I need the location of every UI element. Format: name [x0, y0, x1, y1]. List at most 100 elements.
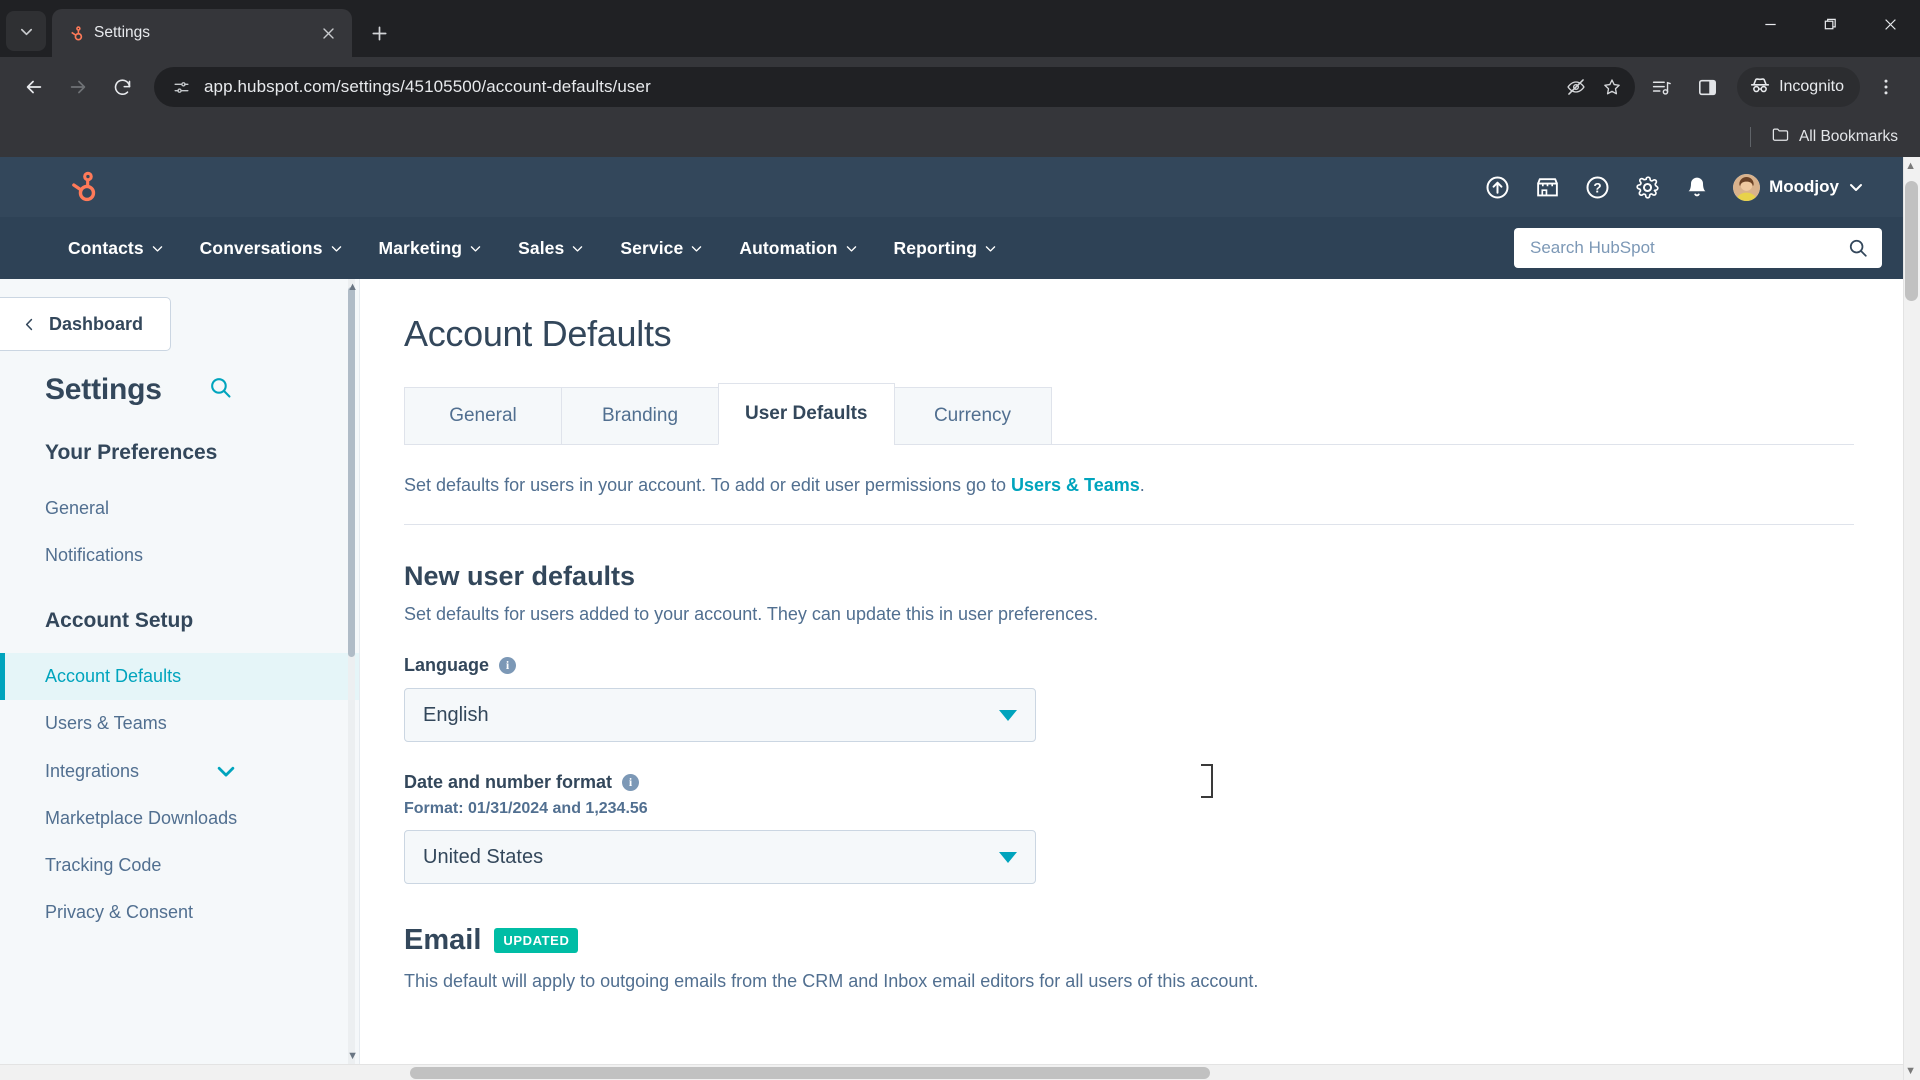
tab-search-button[interactable] — [6, 11, 46, 51]
close-icon[interactable] — [316, 21, 340, 45]
settings-gear-icon[interactable] — [1633, 173, 1661, 201]
nav-label: Sales — [518, 237, 565, 258]
chevron-down-icon — [152, 245, 162, 252]
nav-item-marketing[interactable]: Marketing — [361, 230, 501, 267]
maximize-button[interactable] — [1800, 0, 1860, 48]
all-bookmarks-label: All Bookmarks — [1798, 128, 1898, 145]
users-teams-link[interactable]: Users & Teams — [1011, 475, 1140, 495]
nav-item-service[interactable]: Service — [602, 230, 721, 267]
page-scrollbar-thumb[interactable] — [1905, 181, 1918, 301]
sidebar-item-general[interactable]: General — [0, 485, 359, 532]
reload-button[interactable] — [102, 67, 142, 107]
new-tab-button[interactable] — [360, 14, 398, 52]
email-section-header: Email UPDATED — [404, 924, 1920, 957]
star-icon[interactable] — [1597, 72, 1627, 102]
hubspot-search[interactable] — [1514, 228, 1882, 268]
page-title: Account Defaults — [404, 313, 672, 354]
window-controls — [1740, 0, 1920, 48]
sidebar-item-account-defaults[interactable]: Account Defaults — [0, 653, 359, 700]
close-window-button[interactable] — [1860, 0, 1920, 48]
dashboard-back-button[interactable]: Dashboard — [0, 297, 171, 351]
back-button[interactable] — [14, 67, 54, 107]
settings-body: Dashboard Settings Your Preferences Gene… — [0, 157, 1920, 1080]
settings-main: Account Defaults General Branding User D… — [360, 279, 1920, 1064]
email-section-subtitle: This default will apply to outgoing emai… — [404, 971, 1259, 991]
email-section-title: Email — [404, 924, 482, 956]
scroll-down-arrow-icon[interactable]: ▼ — [347, 1050, 358, 1062]
section-subtitle: Set defaults for users added to your acc… — [404, 604, 1099, 624]
tab-currency[interactable]: Currency — [893, 387, 1052, 445]
nav-item-reporting[interactable]: Reporting — [876, 230, 1016, 267]
reload-icon — [114, 78, 130, 95]
label-text: Language — [404, 655, 490, 675]
sidebar-item-notifications[interactable]: Notifications — [0, 532, 359, 579]
playlist-icon — [1652, 80, 1671, 95]
tab-general[interactable]: General — [404, 387, 562, 445]
scroll-up-arrow-icon[interactable]: ▲ — [347, 281, 358, 293]
upgrade-icon[interactable] — [1483, 173, 1511, 201]
user-menu[interactable]: Moodjoy — [1733, 173, 1864, 201]
horizontal-scrollbar-thumb[interactable] — [410, 1066, 1210, 1079]
page-info-icon[interactable] — [170, 76, 192, 98]
bookmarks-bar: All Bookmarks — [0, 117, 1920, 157]
help-icon[interactable]: ? — [1583, 173, 1611, 201]
chrome-menu-button[interactable] — [1866, 67, 1906, 107]
sidebar-item-marketplace-downloads[interactable]: Marketplace Downloads — [0, 795, 359, 842]
info-icon[interactable]: i — [622, 774, 640, 791]
tab-branding[interactable]: Branding — [561, 387, 719, 445]
divider — [404, 524, 1854, 525]
field-date-number-format: Date and number format i Format: 01/31/2… — [404, 772, 1920, 884]
notifications-bell-icon[interactable] — [1683, 173, 1711, 201]
date-format-select[interactable]: United States — [404, 830, 1036, 884]
folder-icon — [1771, 125, 1790, 149]
tab-label: Currency — [933, 405, 1012, 426]
eye-crossed-icon[interactable] — [1561, 72, 1591, 102]
browser-tab[interactable]: Settings — [52, 9, 352, 57]
forward-button[interactable] — [58, 67, 98, 107]
sidebar-item-tracking-code[interactable]: Tracking Code — [0, 842, 359, 889]
sidebar-title: Settings — [45, 373, 162, 406]
nav-item-sales[interactable]: Sales — [500, 230, 602, 267]
caret-down-icon — [999, 851, 1017, 863]
info-icon[interactable]: i — [499, 657, 517, 674]
sidebar-item-users-teams[interactable]: Users & Teams — [0, 700, 359, 747]
search-icon[interactable] — [208, 375, 233, 405]
chevron-down-icon[interactable] — [215, 760, 237, 782]
chevron-down-icon — [846, 245, 856, 252]
sidebar-item-privacy-consent[interactable]: Privacy & Consent — [0, 889, 359, 936]
avatar — [1733, 173, 1761, 201]
nav-item-conversations[interactable]: Conversations — [182, 230, 361, 267]
reading-list-button[interactable] — [1641, 67, 1681, 107]
sidebar-group-your-preferences: Your Preferences — [45, 441, 218, 464]
divider — [1749, 127, 1751, 147]
tab-user-defaults[interactable]: User Defaults — [718, 383, 895, 445]
hubspot-sprocket-logo[interactable] — [60, 165, 104, 209]
nav-item-contacts[interactable]: Contacts — [50, 230, 182, 267]
hubspot-sprocket-icon — [64, 23, 84, 43]
field-label: Language i — [404, 655, 1920, 676]
lead-text: Set defaults for users in your account. … — [404, 445, 1920, 496]
hubspot-top-bar: ? Moodjoy — [0, 157, 1920, 217]
all-bookmarks-button[interactable]: All Bookmarks — [1765, 121, 1904, 153]
sidebar-item-label: Account Defaults — [45, 666, 182, 686]
page-scrollbar-track[interactable]: ▲ ▼ — [1903, 157, 1920, 1080]
search-input[interactable] — [1530, 238, 1847, 258]
address-bar[interactable]: app.hubspot.com/settings/45105500/accoun… — [154, 67, 1636, 107]
marketplace-icon[interactable] — [1533, 173, 1561, 201]
nav-item-automation[interactable]: Automation — [721, 230, 875, 267]
incognito-indicator[interactable]: Incognito — [1737, 67, 1860, 107]
sidebar-item-integrations[interactable]: Integrations — [0, 747, 359, 795]
sidebar-scrollbar-thumb[interactable] — [348, 287, 355, 657]
svg-text:?: ? — [1593, 180, 1601, 195]
language-select[interactable]: English — [404, 688, 1036, 742]
horizontal-scrollbar-track[interactable] — [0, 1064, 1920, 1080]
forward-arrow-icon — [70, 80, 86, 94]
nav-label: Contacts — [68, 237, 144, 258]
select-value: English — [423, 703, 489, 726]
minimize-button[interactable] — [1740, 0, 1800, 48]
nav-items: Contacts Conversations Marketing Sales S… — [50, 230, 1015, 267]
search-icon[interactable] — [1847, 237, 1869, 259]
side-panel-icon — [1698, 79, 1716, 95]
side-panel-button[interactable] — [1687, 67, 1727, 107]
settings-tabs: General Branding User Defaults Currency — [404, 383, 1920, 445]
